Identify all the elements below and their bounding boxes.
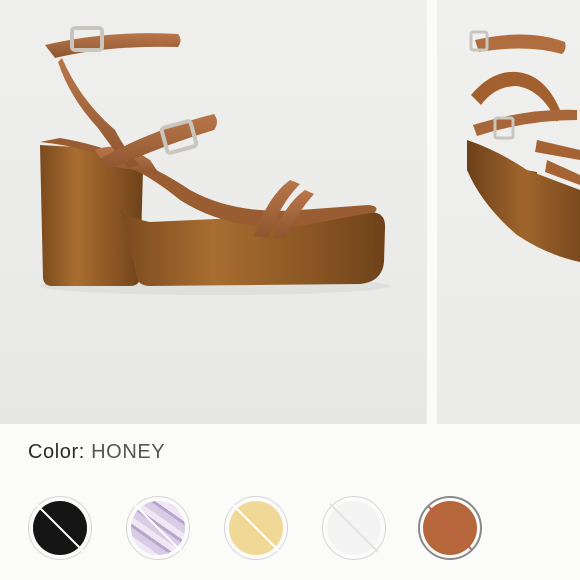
swatch-black[interactable] [28,496,92,560]
color-label: Color: [28,441,85,463]
swatch-white[interactable] [322,496,386,560]
product-image-main[interactable] [0,0,427,424]
color-label-row: Color: HONEY [28,441,165,471]
color-swatches [28,496,568,566]
swatch-lavender-pattern[interactable] [126,496,190,560]
product-image-secondary[interactable] [437,0,580,424]
product-gallery [0,0,580,424]
selected-color-value: HONEY [91,441,166,463]
sandal-side-image [40,26,390,295]
swatch-honey[interactable] [418,496,482,560]
swatch-yellow[interactable] [224,496,288,560]
sandal-front-image [467,30,580,262]
